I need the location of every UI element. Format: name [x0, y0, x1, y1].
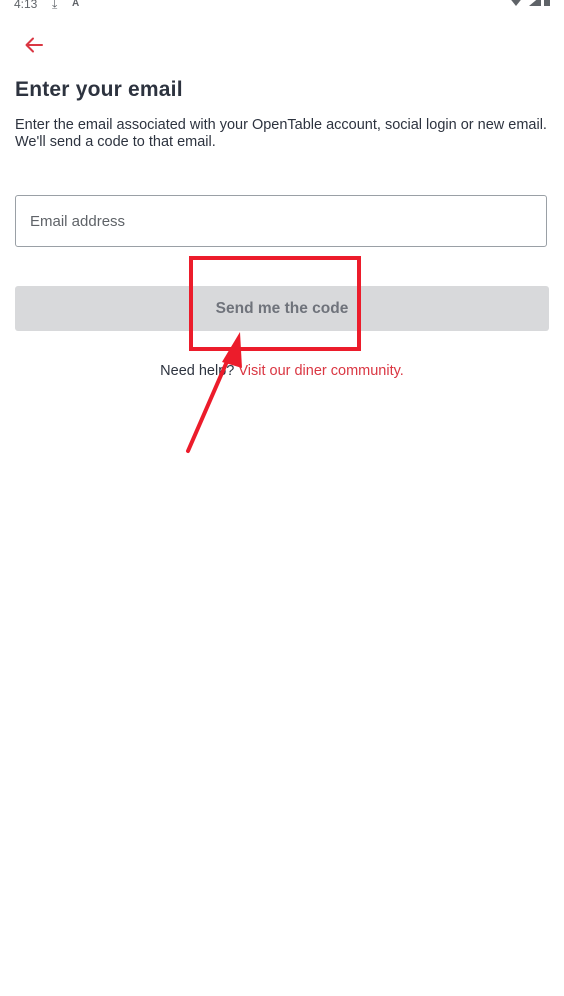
download-icon: ⤓ [52, 0, 58, 11]
email-field[interactable] [15, 195, 547, 247]
arrow-left-icon [25, 37, 43, 53]
a-badge-icon: A [72, 0, 80, 9]
diner-community-link[interactable]: Visit our diner community. [238, 363, 403, 379]
wifi-icon [511, 0, 521, 6]
status-time: 4:13 [14, 0, 38, 11]
signal-icon [529, 0, 541, 6]
status-right-icons [508, 0, 550, 8]
status-bar: 4:13 ⤓ A [0, 0, 564, 12]
help-text: Need help? [160, 363, 235, 379]
help-line: Need help? Visit our diner community. [0, 363, 564, 379]
back-button[interactable] [18, 30, 50, 60]
page-title: Enter your email [15, 78, 183, 101]
battery-icon [544, 0, 550, 6]
page-description: Enter the email associated with your Ope… [15, 117, 547, 150]
send-code-button[interactable]: Send me the code [15, 286, 549, 331]
